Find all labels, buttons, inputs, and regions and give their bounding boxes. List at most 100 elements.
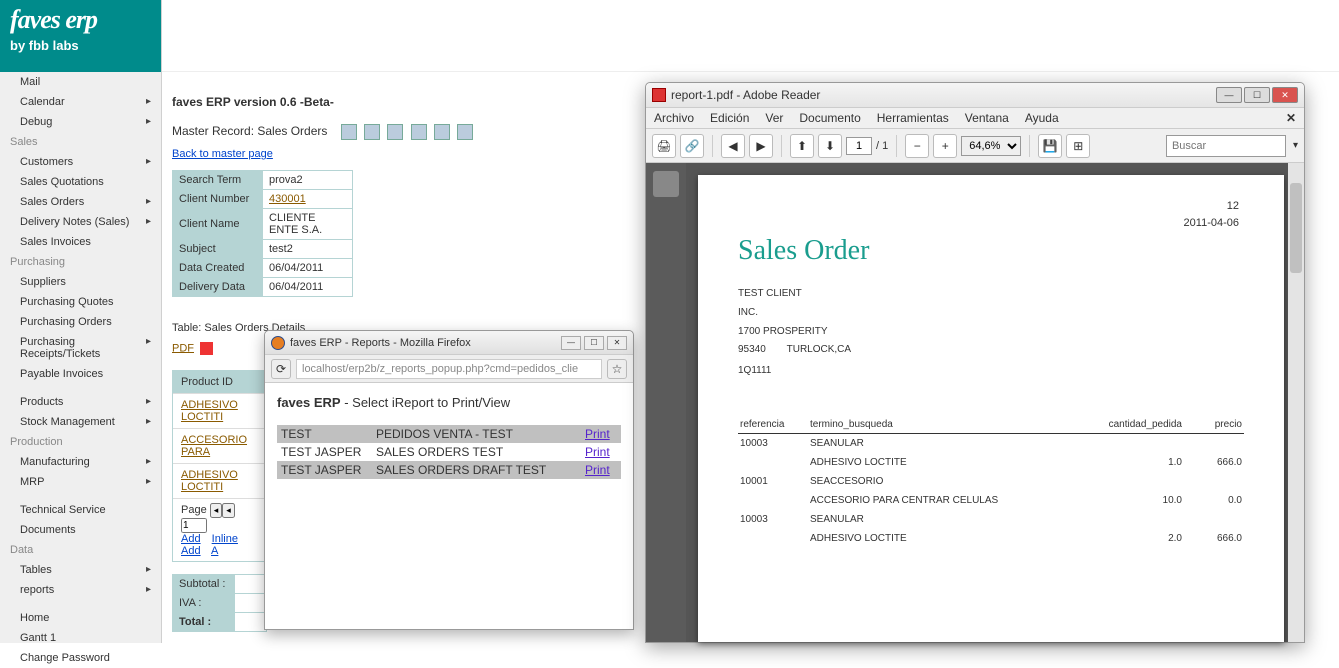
report-print-link[interactable]: Print	[581, 443, 621, 461]
pager-prev2-button[interactable]: ◂	[222, 503, 235, 518]
menu-item[interactable]: Manufacturing	[0, 452, 161, 472]
ff-reload-button[interactable]: ⟳	[271, 359, 291, 379]
menu-item[interactable]: Customers	[0, 152, 161, 172]
doc-code: 1Q1111	[738, 365, 1244, 376]
menu-item[interactable]: Purchasing Receipts/Tickets	[0, 332, 161, 364]
line-ref: 10003	[738, 510, 808, 529]
doc-addr3: 1700 PROSPERITY	[738, 325, 1244, 339]
ff-close-button[interactable]: ✕	[607, 336, 627, 350]
menu-item[interactable]: Home	[0, 608, 161, 628]
adobe-side-panel	[646, 163, 686, 642]
ff-url-input[interactable]	[296, 359, 602, 379]
save-button[interactable]: 💾	[1038, 134, 1062, 158]
next-page-button[interactable]: ▶	[749, 134, 773, 158]
report-row[interactable]: TEST JASPERSALES ORDERS DRAFT TESTPrint	[277, 461, 621, 479]
report-row[interactable]: TEST JASPERSALES ORDERS TESTPrint	[277, 443, 621, 461]
details-box: Product ID ADHESIVO LOCTITIACCESORIO PAR…	[172, 370, 267, 562]
ff-minimize-button[interactable]: —	[561, 336, 581, 350]
report-col2: PEDIDOS VENTA - TEST	[372, 425, 581, 443]
menu-item[interactable]: Suppliers	[0, 272, 161, 292]
menu-item[interactable]: Debug	[0, 112, 161, 132]
menu-edicion[interactable]: Edición	[710, 111, 749, 125]
menu-item[interactable]: Calendar	[0, 92, 161, 112]
adobe-scrollbar[interactable]	[1288, 163, 1304, 642]
adobe-maximize-button[interactable]: ☐	[1244, 87, 1270, 103]
pager-prev-button[interactable]: ◂	[210, 503, 223, 518]
line-price: 666.0	[1184, 453, 1244, 472]
menu-item[interactable]: Tables	[0, 560, 161, 580]
page-up-button[interactable]: ⬆	[790, 134, 814, 158]
prev-page-button[interactable]: ◀	[721, 134, 745, 158]
adobe-doc-close-button[interactable]: ✕	[1286, 111, 1296, 125]
menu-ver[interactable]: Ver	[765, 111, 783, 125]
scrollbar-thumb[interactable]	[1290, 183, 1302, 273]
page-down-button[interactable]: ⬇	[818, 134, 842, 158]
menu-item[interactable]: Purchasing Orders	[0, 312, 161, 332]
toolbar-icon[interactable]	[434, 124, 450, 140]
report-print-link[interactable]: Print	[581, 461, 621, 479]
pager-a-link[interactable]: A	[211, 545, 218, 557]
record-value[interactable]: 430001	[263, 190, 353, 209]
menu-archivo[interactable]: Archivo	[654, 111, 694, 125]
detail-row[interactable]: ADHESIVO LOCTITI	[173, 463, 266, 498]
tool-button[interactable]: ⊞	[1066, 134, 1090, 158]
adobe-titlebar[interactable]: report-1.pdf - Adobe Reader — ☐ ✕	[646, 83, 1304, 107]
menu-item[interactable]: Documents	[0, 520, 161, 540]
zoom-out-button[interactable]: −	[905, 134, 929, 158]
ff-titlebar[interactable]: faves ERP - Reports - Mozilla Firefox — …	[265, 331, 633, 355]
pdf-link[interactable]: PDF	[172, 342, 194, 354]
menu-ventana[interactable]: Ventana	[965, 111, 1009, 125]
menu-item[interactable]: Products	[0, 392, 161, 412]
toolbar-icon[interactable]	[387, 124, 403, 140]
record-value: prova2	[263, 171, 353, 190]
toolbar-icon[interactable]	[341, 124, 357, 140]
print-button[interactable]: 🖨	[652, 134, 676, 158]
menu-item[interactable]: Gantt 1	[0, 628, 161, 648]
pdf-icon[interactable]	[200, 342, 213, 355]
search-dropdown-icon[interactable]: ▾	[1293, 140, 1298, 151]
menu-documento[interactable]: Documento	[799, 111, 860, 125]
collab-button[interactable]: 🔗	[680, 134, 704, 158]
menu-herramientas[interactable]: Herramientas	[877, 111, 949, 125]
doc-title: Sales Order	[738, 235, 1244, 267]
menu-item[interactable]: Change Password	[0, 648, 161, 668]
record-value: 06/04/2011	[263, 278, 353, 297]
toolbar-icon[interactable]	[411, 124, 427, 140]
adobe-close-button[interactable]: ✕	[1272, 87, 1298, 103]
menu-item[interactable]: Technical Service	[0, 500, 161, 520]
line-term: SEANULAR	[808, 510, 1094, 529]
adobe-search-input[interactable]	[1166, 135, 1286, 157]
ff-urlbar: ⟳ ☆	[265, 355, 633, 383]
zoom-select[interactable]: 64,6%	[961, 136, 1021, 156]
menu-item[interactable]: Purchasing Quotes	[0, 292, 161, 312]
toolbar-icon[interactable]	[457, 124, 473, 140]
detail-row[interactable]: ADHESIVO LOCTITI	[173, 393, 266, 428]
menu-item[interactable]: Mail	[0, 72, 161, 92]
menu-item[interactable]: Stock Management	[0, 412, 161, 432]
toolbar-icon[interactable]	[364, 124, 380, 140]
menu-item[interactable]: Sales Invoices	[0, 232, 161, 252]
pages-panel-icon[interactable]	[653, 171, 679, 197]
pager-add-link[interactable]: Add	[181, 533, 201, 545]
menu-item[interactable]: Delivery Notes (Sales)	[0, 212, 161, 232]
detail-row[interactable]: ACCESORIO PARA	[173, 428, 266, 463]
pager-input[interactable]	[181, 518, 207, 533]
page-current-input[interactable]	[846, 137, 872, 155]
report-print-link[interactable]: Print	[581, 425, 621, 443]
menu-item[interactable]: MRP	[0, 472, 161, 492]
adobe-minimize-button[interactable]: —	[1216, 87, 1242, 103]
menu-item[interactable]: reports	[0, 580, 161, 600]
ff-star-button[interactable]: ☆	[607, 359, 627, 379]
ff-heading-bold: faves ERP	[277, 395, 341, 410]
menu-ayuda[interactable]: Ayuda	[1025, 111, 1059, 125]
ff-heading: faves ERP - Select iReport to Print/View	[277, 395, 621, 410]
total-value	[235, 594, 267, 613]
ff-maximize-button[interactable]: ☐	[584, 336, 604, 350]
report-row[interactable]: TESTPEDIDOS VENTA - TESTPrint	[277, 425, 621, 443]
menu-item[interactable]: Sales Quotations	[0, 172, 161, 192]
zoom-in-button[interactable]: +	[933, 134, 957, 158]
record-key: Data Created	[173, 259, 263, 278]
back-link[interactable]: Back to master page	[172, 148, 273, 160]
menu-item[interactable]: Payable Invoices	[0, 364, 161, 384]
menu-item[interactable]: Sales Orders	[0, 192, 161, 212]
